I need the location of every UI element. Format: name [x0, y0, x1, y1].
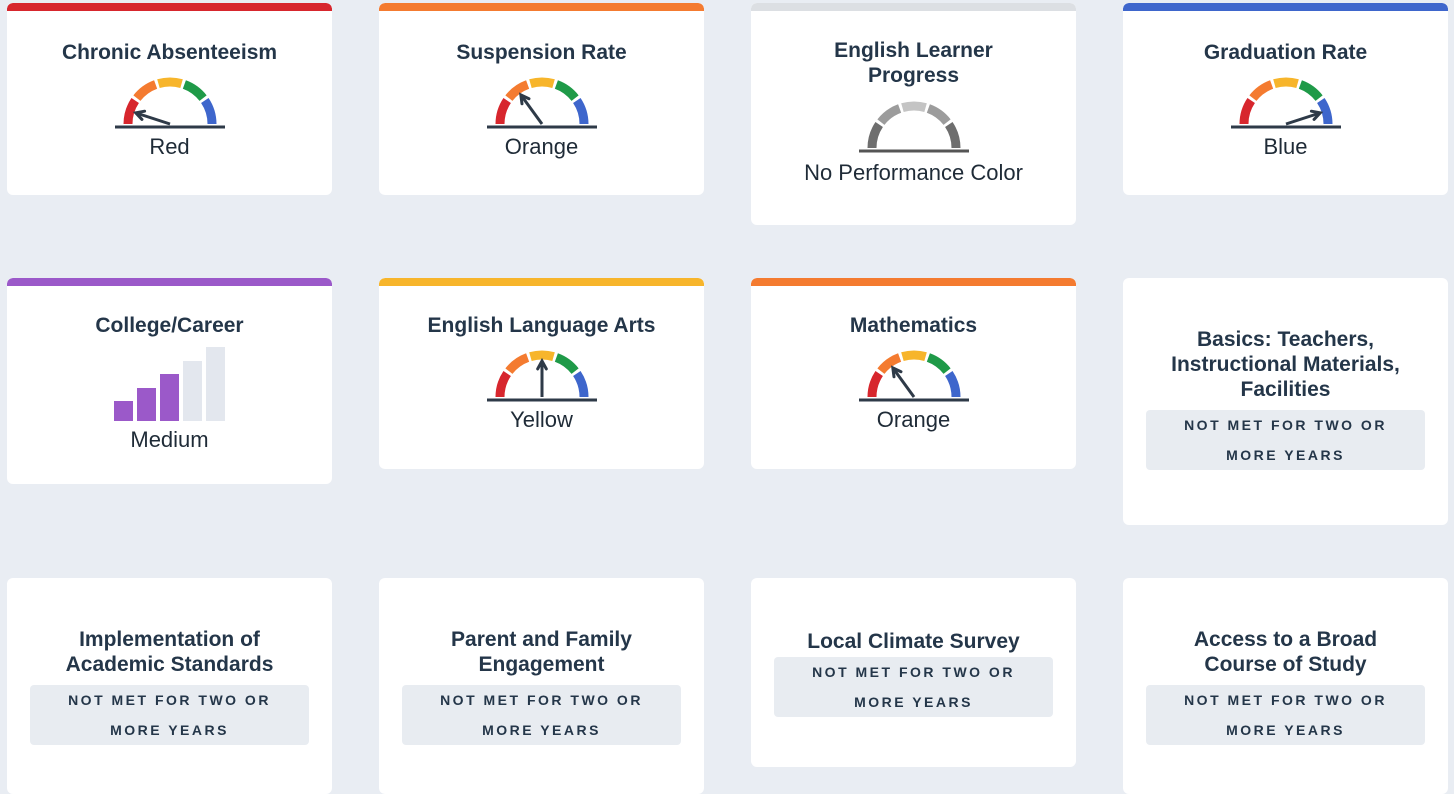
- level-bar-2: [136, 388, 156, 421]
- gauge-segment: [876, 104, 901, 126]
- status-label: Red: [149, 134, 190, 159]
- gauge-segment: [528, 350, 555, 362]
- card-title: Chronic Absenteeism: [61, 41, 278, 64]
- card-title-line2: Instructional Materials,: [1171, 353, 1400, 376]
- gauge-icon: [114, 77, 225, 129]
- bar-level-icon: [113, 347, 225, 421]
- badge-line1: NOT MET FOR TWO OR: [1184, 692, 1387, 708]
- status-label: Yellow: [510, 407, 573, 432]
- gauge-segment: [926, 104, 951, 126]
- card-title: English Language Arts: [427, 314, 656, 337]
- card-graduation-rate[interactable]: Graduation Rate Blue: [1123, 3, 1448, 195]
- card-suspension-rate[interactable]: Suspension Rate Orange: [379, 3, 704, 195]
- level-bar-1: [113, 401, 133, 421]
- card-title: Local Climate Survey: [807, 630, 1020, 653]
- color-bar: [379, 278, 704, 286]
- color-bar: [1123, 3, 1448, 11]
- color-bar: [7, 3, 332, 11]
- badge-line2: MORE YEARS: [110, 722, 229, 738]
- card-title-line1: Implementation of: [79, 628, 260, 651]
- gauge-segment: [554, 353, 579, 375]
- color-bar: [379, 3, 704, 11]
- card-mathematics[interactable]: Mathematics Orange: [751, 278, 1076, 469]
- badge-line1: NOT MET FOR TWO OR: [68, 692, 271, 708]
- gauge-segment: [132, 80, 157, 102]
- gauge-needle: [519, 93, 543, 125]
- gauge-segment: [156, 77, 183, 89]
- level-bar-5: [205, 347, 225, 421]
- card-basics[interactable]: Basics: Teachers, Instructional Material…: [1123, 278, 1448, 525]
- status-badge: NOT MET FOR TWO OR MORE YEARS: [774, 657, 1053, 717]
- level-bar-4: [182, 361, 202, 421]
- badge-line2: MORE YEARS: [1226, 722, 1345, 738]
- gauge-segment: [867, 122, 883, 149]
- gauge-icon: [486, 350, 597, 402]
- card-english-language-arts[interactable]: English Language Arts Yellow: [379, 278, 704, 469]
- badge-line1: NOT MET FOR TWO OR: [440, 692, 643, 708]
- gauge-icon: [1230, 77, 1341, 129]
- card-title-line2: Progress: [867, 64, 960, 87]
- status-badge: NOT MET FOR TWO OR MORE YEARS: [402, 685, 681, 745]
- card-local-climate-survey[interactable]: Local Climate Survey NOT MET FOR TWO OR …: [751, 578, 1076, 767]
- gauge-segment: [1248, 80, 1273, 102]
- gauge-segment: [554, 80, 579, 102]
- gauge-segment: [572, 98, 588, 125]
- gauge-segment: [867, 371, 883, 398]
- gauge-needle: [891, 366, 915, 398]
- status-label: No Performance Color: [804, 160, 1023, 185]
- card-chronic-absenteeism[interactable]: Chronic Absenteeism Red: [7, 3, 332, 195]
- badge-line1: NOT MET FOR TWO OR: [812, 664, 1015, 680]
- gauge-segment: [1272, 77, 1299, 89]
- gauge-segment: [528, 77, 555, 89]
- card-college-career[interactable]: College/Career Medium: [7, 278, 332, 484]
- gauge-gray-icon: [858, 101, 969, 153]
- badge-line2: MORE YEARS: [854, 694, 973, 710]
- gauge-segment: [900, 350, 927, 362]
- gauge-segment: [1239, 98, 1255, 125]
- gauge-segment: [572, 371, 588, 398]
- card-title: Graduation Rate: [1203, 41, 1368, 64]
- gauge-segment: [200, 98, 216, 125]
- card-title-line1: Parent and Family: [451, 628, 632, 651]
- status-badge: NOT MET FOR TWO OR MORE YEARS: [1146, 685, 1425, 745]
- gauge-segment: [495, 98, 511, 125]
- card-title-line1: Access to a Broad: [1193, 628, 1378, 651]
- card-title: Suspension Rate: [456, 41, 627, 64]
- card-title-line1: English Learner: [834, 39, 993, 62]
- gauge-segment: [944, 122, 960, 149]
- card-implementation-academic-standards[interactable]: Implementation of Academic Standards NOT…: [7, 578, 332, 794]
- gauge-segment: [182, 80, 207, 102]
- status-label: Medium: [130, 427, 209, 452]
- status-label: Orange: [876, 407, 951, 432]
- card-title: Mathematics: [849, 314, 978, 337]
- gauge-segment: [1298, 80, 1323, 102]
- gauge-segment: [944, 371, 960, 398]
- card-access-broad-course[interactable]: Access to a Broad Course of Study NOT ME…: [1123, 578, 1448, 794]
- card-parent-family-engagement[interactable]: Parent and Family Engagement NOT MET FOR…: [379, 578, 704, 794]
- status-label: Orange: [504, 134, 579, 159]
- card-title: College/Career: [95, 314, 244, 337]
- card-title-line2: Engagement: [478, 653, 605, 676]
- card-title-line2: Course of Study: [1204, 653, 1367, 676]
- card-title-line3: Facilities: [1240, 378, 1331, 401]
- level-bar-3: [159, 374, 179, 421]
- status-badge: NOT MET FOR TWO OR MORE YEARS: [30, 685, 309, 745]
- card-title-line2: Academic Standards: [65, 653, 274, 676]
- badge-line2: MORE YEARS: [1226, 447, 1345, 463]
- gauge-segment: [495, 371, 511, 398]
- badge-line2: MORE YEARS: [482, 722, 601, 738]
- gauge-segment: [926, 353, 951, 375]
- badge-line1: NOT MET FOR TWO OR: [1184, 417, 1387, 433]
- color-bar: [7, 278, 332, 286]
- color-bar: [751, 278, 1076, 286]
- status-label: Blue: [1263, 134, 1308, 159]
- gauge-icon: [486, 77, 597, 129]
- color-bar: [751, 3, 1076, 11]
- status-badge: NOT MET FOR TWO OR MORE YEARS: [1146, 410, 1425, 470]
- card-title-line1: Basics: Teachers,: [1196, 328, 1375, 351]
- card-english-learner-progress[interactable]: English Learner Progress No Performance …: [751, 3, 1076, 225]
- gauge-segment: [900, 101, 927, 113]
- gauge-segment: [504, 353, 529, 375]
- gauge-icon: [858, 350, 969, 402]
